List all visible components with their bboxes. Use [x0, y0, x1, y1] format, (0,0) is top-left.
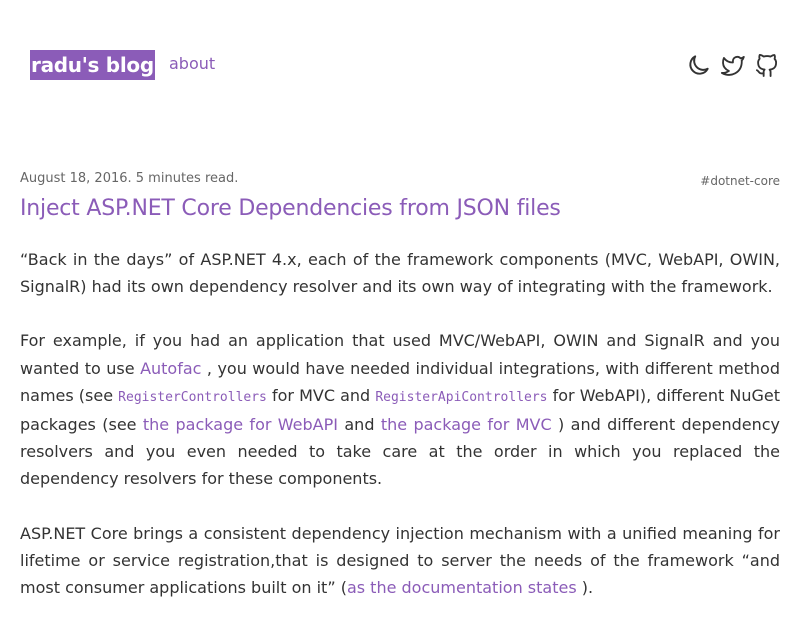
text-span: and: [338, 415, 381, 435]
documentation-link[interactable]: as the documentation states: [347, 578, 577, 597]
mvc-package-link[interactable]: the package for MVC: [381, 415, 552, 434]
autofac-link[interactable]: Autofac: [140, 359, 201, 378]
twitter-icon[interactable]: [720, 52, 746, 78]
paragraph-1: “Back in the days” of ASP.NET 4.x, each …: [20, 250, 780, 297]
post-content: “Back in the days” of ASP.NET 4.x, each …: [20, 246, 780, 628]
code-register-controllers: RegisterControllers: [118, 389, 267, 405]
text-span: for MVC and: [266, 385, 376, 405]
github-icon[interactable]: [754, 52, 780, 78]
code-register-api-controllers: RegisterApiControllers: [375, 389, 548, 405]
webapi-package-link[interactable]: the package for WebAPI: [143, 415, 338, 434]
post-date: August 18, 2016. 5 minutes read.: [20, 171, 239, 186]
paragraph-2: For example, if you had an application t…: [20, 327, 780, 492]
nav-about-link[interactable]: about: [169, 54, 215, 73]
site-header: radu's blog about: [30, 48, 780, 84]
text-span: ).: [576, 578, 594, 598]
moon-icon[interactable]: [686, 52, 712, 78]
site-title-link[interactable]: radu's blog: [30, 50, 155, 80]
post-title[interactable]: Inject ASP.NET Core Dependencies from JS…: [20, 196, 780, 221]
paragraph-3: ASP.NET Core brings a consistent depende…: [20, 520, 780, 602]
post-tag-link[interactable]: #dotnet-core: [700, 174, 780, 188]
header-icons: [686, 52, 780, 78]
post-meta: August 18, 2016. 5 minutes read. #dotnet…: [20, 171, 780, 191]
